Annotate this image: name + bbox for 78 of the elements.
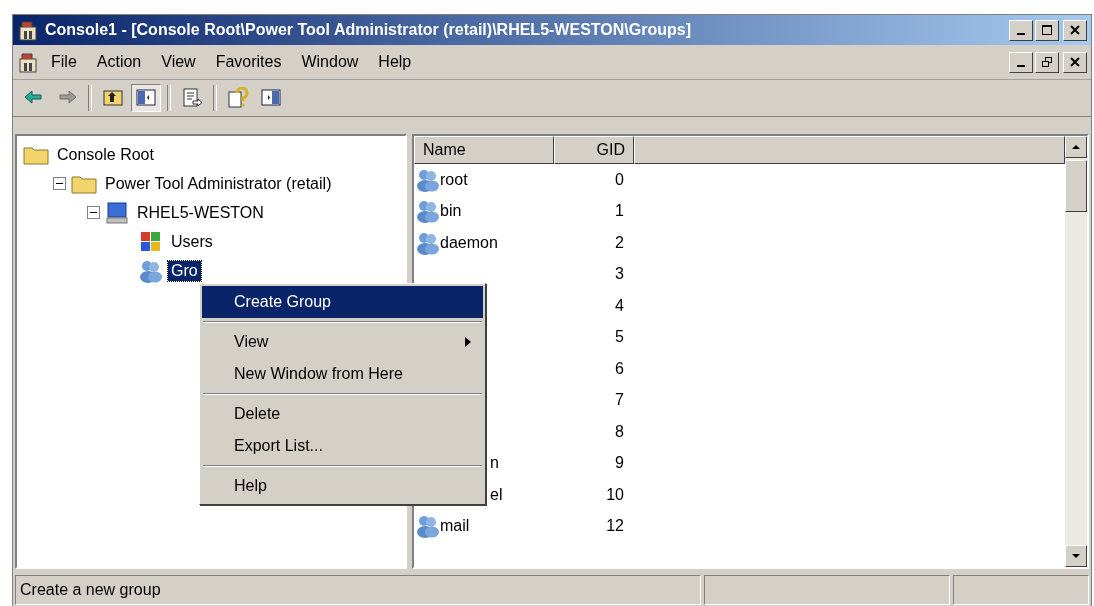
menu-item[interactable]: View	[153, 51, 204, 73]
gid-cell-text: 8	[614, 422, 625, 441]
gid-cell-text: 2	[614, 233, 625, 252]
group-name[interactable]: root	[440, 170, 468, 189]
context-menu-item[interactable]: Export List...	[202, 430, 483, 462]
gid-cell-text: 7	[614, 391, 625, 410]
column-header[interactable]	[634, 136, 1065, 164]
tree-item[interactable]: Console Root	[54, 144, 157, 165]
column-header[interactable]: GID	[554, 136, 634, 164]
tree-item[interactable]: Power Tool Administrator (retail)	[102, 173, 335, 194]
menu-item[interactable]: Action	[88, 51, 150, 73]
gid-cell-text: 4	[614, 296, 625, 315]
menu-item[interactable]: Help	[370, 51, 420, 73]
tree-item[interactable]: Users	[168, 231, 216, 252]
group-icon	[416, 230, 440, 255]
expander-icon[interactable]	[53, 177, 66, 190]
gid-cell-text: 0	[614, 170, 625, 189]
menu-item[interactable]: Window	[293, 51, 367, 73]
console-app-icon	[17, 19, 39, 41]
gid-cell-text: 5	[614, 328, 625, 347]
folder-icon	[23, 144, 49, 165]
column-header[interactable]: Name	[414, 136, 554, 164]
group-name[interactable]: daemon	[440, 233, 498, 252]
tree-item[interactable]: RHEL5-WESTON	[134, 202, 267, 223]
users-icon	[139, 230, 163, 253]
gid-cell-text: 10	[605, 485, 625, 504]
group-icon	[416, 167, 440, 192]
close-icon	[1069, 56, 1081, 68]
restore-icon	[1041, 56, 1053, 68]
down-arrow-icon	[1071, 553, 1081, 559]
submenu-arrow-icon	[465, 337, 471, 347]
group-name[interactable]: mail	[440, 517, 470, 536]
help-icon	[227, 87, 249, 109]
expander-icon[interactable]	[87, 206, 100, 219]
gid-cell-text: 1	[614, 202, 625, 221]
scroll-down-button[interactable]	[1065, 545, 1087, 567]
close-button[interactable]	[1063, 51, 1087, 73]
close-icon	[1069, 24, 1081, 36]
export-list-icon	[181, 87, 203, 109]
scrollbar[interactable]	[1065, 136, 1087, 567]
group-icon	[416, 199, 440, 224]
close-button[interactable]	[1063, 19, 1087, 41]
status-text: Create a new group	[15, 575, 701, 605]
folder-icon	[71, 173, 97, 194]
minimize-button[interactable]	[1009, 19, 1033, 41]
gid-cell-text: 12	[605, 517, 625, 536]
toolbar-button[interactable]	[131, 84, 161, 112]
scroll-thumb[interactable]	[1065, 160, 1087, 212]
minimize-icon	[1017, 64, 1025, 67]
tree-item[interactable]: Gro	[168, 260, 201, 281]
menu-item[interactable]: File	[43, 51, 85, 73]
minimize-icon	[1017, 32, 1025, 35]
context-menu-item[interactable]: New Window from Here	[202, 358, 483, 390]
gid-cell-text: 9	[614, 454, 625, 473]
group-name[interactable]: el	[490, 485, 503, 504]
window-title: Console1 - [Console Root\Power Tool Administrator (retail)\RHEL5-WESTON\Groups]	[45, 21, 692, 39]
group-icon	[139, 258, 163, 283]
console-app-icon	[17, 51, 39, 73]
minimize-button[interactable]	[1009, 51, 1033, 73]
scroll-up-button[interactable]	[1065, 136, 1087, 158]
gid-cell-text: 3	[614, 265, 625, 284]
maximize-button[interactable]	[1035, 19, 1059, 41]
restore-button[interactable]	[1035, 51, 1059, 73]
action-pane-icon	[260, 87, 282, 109]
gid-cell-text: 6	[614, 359, 625, 378]
tree-pane-icon	[135, 87, 157, 109]
context-menu-item[interactable]: Help	[202, 470, 483, 502]
up-arrow-icon	[1071, 144, 1081, 150]
context-menu-item[interactable]: Create Group	[202, 286, 483, 318]
context-menu-item[interactable]: Delete	[202, 398, 483, 430]
context-menu-item[interactable]: View	[202, 326, 483, 358]
group-icon	[416, 514, 440, 539]
maximize-icon	[1041, 24, 1053, 36]
group-name[interactable]: bin	[440, 202, 462, 221]
up-folder-icon	[102, 87, 124, 109]
menu-item[interactable]: Favorites	[207, 51, 290, 73]
group-name[interactable]: n	[490, 454, 499, 473]
computer-icon	[105, 200, 129, 225]
